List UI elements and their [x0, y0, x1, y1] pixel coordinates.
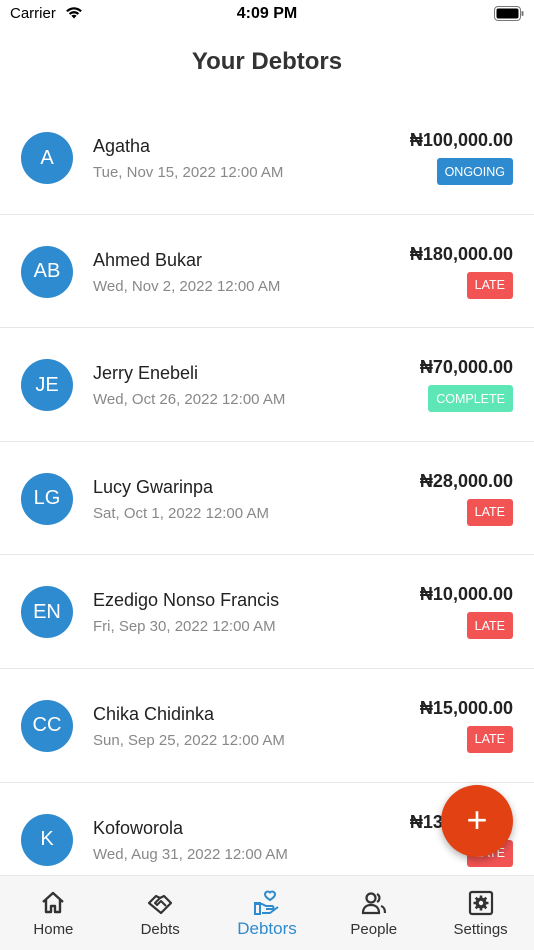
status-bar: Carrier 4:09 PM: [0, 0, 534, 30]
home-icon: [42, 891, 65, 914]
status-badge: LATE: [466, 725, 513, 753]
debtor-row[interactable]: LG Lucy Gwarinpa Sat, Oct 1, 2022 12:00 …: [0, 442, 534, 556]
tab-label: Debts: [140, 921, 180, 938]
debtor-row[interactable]: AB Ahmed Bukar Wed, Nov 2, 2022 12:00 AM…: [0, 215, 534, 329]
debtor-amount: ₦100,000.00: [409, 130, 513, 150]
debtor-date: Sat, Oct 1, 2022 12:00 AM: [93, 504, 269, 522]
debtor-row[interactable]: CC Chika Chidinka Sun, Sep 25, 2022 12:0…: [0, 669, 534, 783]
debtor-name: Agatha: [93, 136, 151, 156]
status-badge: LATE: [466, 612, 513, 640]
status-badge: COMPLETE: [428, 385, 513, 413]
debtor-name: Lucy Gwarinpa: [93, 476, 214, 497]
avatar: CC: [21, 699, 73, 752]
plus-icon: +: [466, 798, 488, 840]
tab-label: People: [350, 921, 398, 938]
status-badge: LATE: [466, 271, 513, 299]
tab-debtors[interactable]: Debtors: [214, 876, 321, 950]
hand-heart-icon: [253, 890, 279, 915]
tab-home[interactable]: Home: [0, 876, 107, 950]
debtor-name: Chika Chidinka: [93, 703, 215, 724]
people-icon: [361, 892, 386, 915]
handshake-icon: [148, 894, 173, 915]
tab-debts[interactable]: Debts: [107, 876, 214, 950]
debtor-list[interactable]: A Agatha Tue, Nov 15, 2022 12:00 AM ₦100…: [0, 101, 534, 875]
status-badge: ONGOING: [436, 158, 513, 185]
avatar: JE: [21, 359, 73, 412]
debtor-row[interactable]: A Agatha Tue, Nov 15, 2022 12:00 AM ₦100…: [0, 101, 534, 215]
tab-label: Home: [33, 921, 74, 938]
avatar: EN: [21, 586, 73, 639]
battery-icon: [494, 6, 524, 21]
avatar: LG: [21, 472, 73, 525]
debtor-row[interactable]: EN Ezedigo Nonso Francis Fri, Sep 30, 20…: [0, 555, 534, 669]
status-badge: LATE: [466, 498, 513, 526]
tab-settings[interactable]: Settings: [427, 876, 534, 950]
debtor-name: Jerry Enebeli: [93, 363, 199, 384]
avatar: A: [21, 132, 73, 184]
debtor-amount: ₦28,000.00: [419, 470, 513, 491]
debtor-amount: ₦180,000.00: [409, 243, 513, 264]
debtor-amount: ₦70,000.00: [419, 357, 513, 378]
debtor-name: Ahmed Bukar: [93, 249, 203, 270]
debtor-date: Wed, Oct 26, 2022 12:00 AM: [93, 391, 286, 409]
gear-icon: [468, 890, 493, 916]
debtor-date: Sun, Sep 25, 2022 12:00 AM: [93, 731, 285, 749]
avatar: K: [21, 813, 73, 866]
debtor-name: Kofoworola: [93, 817, 184, 838]
add-debtor-button[interactable]: +: [441, 785, 513, 857]
debtor-date: Fri, Sep 30, 2022 12:00 AM: [93, 618, 276, 636]
debtor-date: Wed, Nov 2, 2022 12:00 AM: [93, 277, 281, 295]
debtor-row[interactable]: JE Jerry Enebeli Wed, Oct 26, 2022 12:00…: [0, 328, 534, 442]
tab-label: Debtors: [237, 919, 297, 938]
page-title: Your Debtors: [191, 48, 343, 75]
tab-people[interactable]: People: [320, 876, 427, 950]
debtor-date: Tue, Nov 15, 2022 12:00 AM: [93, 164, 284, 181]
debtor-date: Wed, Aug 31, 2022 12:00 AM: [93, 845, 288, 863]
tab-label: Settings: [453, 921, 508, 938]
debtor-name: Ezedigo Nonso Francis: [93, 590, 280, 611]
clock-time: 4:09 PM: [236, 5, 298, 22]
tab-bar: Home Debts Debtors People Settings: [0, 875, 534, 950]
avatar: AB: [21, 245, 73, 298]
debtor-amount: ₦10,000.00: [419, 584, 513, 605]
debtor-amount: ₦15,000.00: [419, 697, 513, 718]
